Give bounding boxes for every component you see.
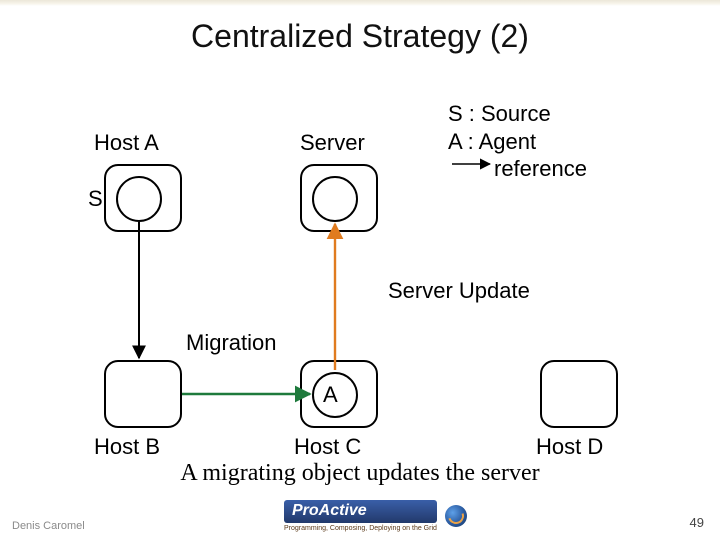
proactive-logo: ProActive Programming, Composing, Deploy…: [284, 500, 467, 532]
logo-tagline: Programming, Composing, Deploying on the…: [284, 525, 437, 532]
label-host-a: Host A: [94, 130, 159, 156]
box-host-d: [540, 360, 618, 428]
letter-a: A: [323, 382, 338, 408]
label-host-b: Host B: [94, 434, 160, 460]
letter-s: S: [88, 186, 103, 212]
label-migration: Migration: [186, 330, 276, 356]
node-s: [116, 176, 162, 222]
label-host-c: Host C: [294, 434, 361, 460]
legend: S : Source A : Agent reference: [448, 100, 587, 183]
box-host-b: [104, 360, 182, 428]
label-server: Server: [300, 130, 365, 156]
caption: A migrating object updates the server: [0, 460, 720, 487]
legend-agent: A : Agent: [448, 128, 536, 156]
logo-text: ProActive: [284, 500, 437, 523]
page-number: 49: [690, 515, 704, 530]
label-server-update: Server Update: [388, 278, 530, 304]
globe-icon: [445, 505, 467, 527]
author-name: Denis Caromel: [12, 520, 85, 532]
page-title: Centralized Strategy (2): [0, 18, 720, 55]
legend-source: S : Source: [448, 100, 551, 128]
label-host-d: Host D: [536, 434, 603, 460]
decorative-top-bar: [0, 0, 720, 6]
node-server: [312, 176, 358, 222]
legend-reference: reference: [494, 155, 587, 183]
